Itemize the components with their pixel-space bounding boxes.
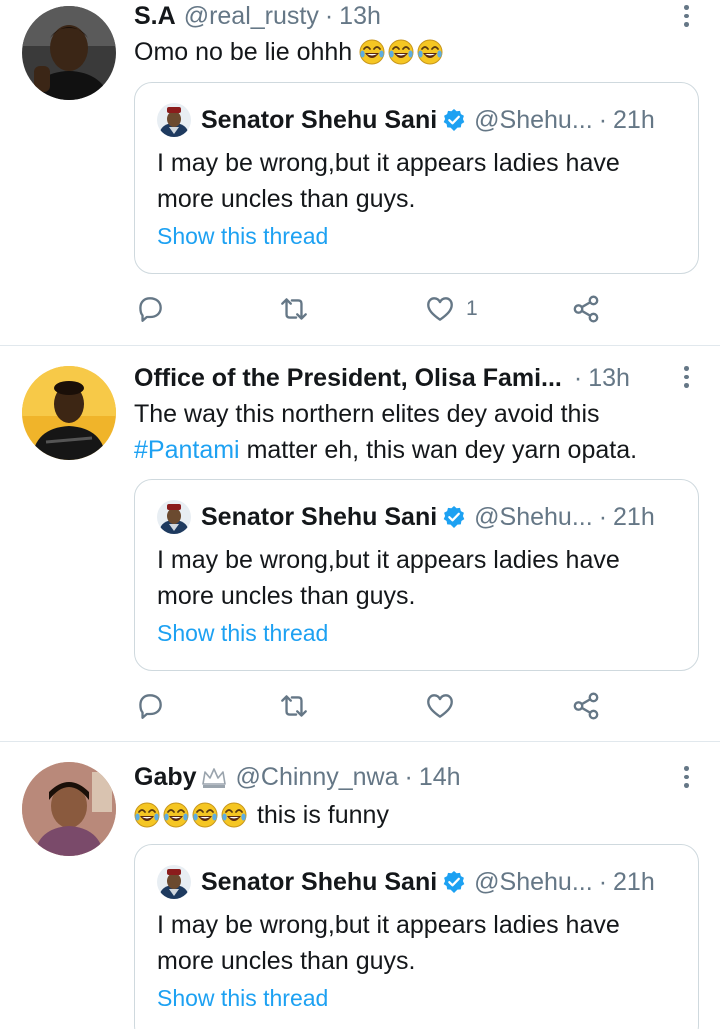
author-handle[interactable]: @Chinny_nwa	[236, 763, 399, 792]
more-options-icon[interactable]	[680, 5, 692, 28]
more-options-icon[interactable]	[680, 766, 692, 789]
quoted-author-avatar	[157, 103, 191, 137]
retweet-icon	[278, 293, 310, 325]
quoted-author-name: Senator Shehu Sani	[201, 867, 438, 896]
user-avatar-image	[22, 366, 116, 460]
more-options-icon[interactable]	[680, 366, 692, 389]
face-with-tears-of-joy-icon	[192, 802, 218, 828]
quoted-author-handle: @Shehu...	[474, 867, 593, 896]
timestamp[interactable]: 14h	[419, 763, 461, 792]
reply-button[interactable]	[134, 292, 166, 326]
tweet-text-before: The way this northern elites dey avoid t…	[134, 400, 600, 428]
avatar[interactable]	[22, 6, 116, 100]
tweet-header: Office of the President, Olisa Fami... ·…	[134, 362, 630, 394]
like-icon	[424, 293, 456, 325]
show-thread-link[interactable]: Show this thread	[157, 620, 328, 647]
tweet-text-content: Omo no be lie ohhh	[134, 38, 353, 66]
separator: ·	[324, 1, 334, 30]
share-button[interactable]	[570, 689, 602, 723]
tweet-text-content: this is funny	[256, 801, 389, 829]
share-button[interactable]	[570, 292, 602, 326]
quoted-author-avatar	[157, 500, 191, 534]
quoted-tweet-text: I may be wrong,but it appears ladies hav…	[157, 911, 620, 975]
separator: ·	[404, 762, 413, 791]
verified-badge-icon	[442, 870, 466, 894]
separator: ·	[598, 867, 608, 896]
quoted-author-name: Senator Shehu Sani	[201, 502, 438, 531]
quoted-author-avatar	[157, 865, 191, 899]
quoted-tweet-text: I may be wrong,but it appears ladies hav…	[157, 149, 620, 213]
quoted-author-name: Senator Shehu Sani	[201, 105, 438, 134]
author-name[interactable]: S.A	[134, 2, 176, 31]
like-button[interactable]: 1	[424, 292, 478, 326]
quoted-tweet-header: Senator Shehu Sani @Shehu... · 21h	[157, 103, 655, 137]
tweet-2[interactable]: Office of the President, Olisa Fami... ·…	[0, 346, 720, 741]
separator: ·	[598, 502, 608, 531]
quoted-author-handle: @Shehu...	[474, 502, 593, 531]
show-thread-link[interactable]: Show this thread	[157, 223, 328, 250]
tweet-header: Gaby @Chinny_nwa · 14h	[134, 761, 461, 793]
face-with-tears-of-joy-icon	[388, 39, 414, 65]
tweet-3[interactable]: Gaby @Chinny_nwa · 14h this is funny Sen…	[0, 742, 720, 1029]
quoted-tweet[interactable]: Senator Shehu Sani @Shehu... · 21h I may…	[134, 479, 699, 671]
tweet-1[interactable]: S.A @real_rusty · 13h Omo no be lie ohhh…	[0, 0, 720, 345]
face-with-tears-of-joy-icon	[221, 802, 247, 828]
quoted-tweet[interactable]: Senator Shehu Sani @Shehu... · 21h I may…	[134, 844, 699, 1029]
timestamp[interactable]: 13h	[588, 364, 630, 393]
quoted-tweet-header: Senator Shehu Sani @Shehu... · 21h	[157, 500, 655, 534]
retweet-button[interactable]	[278, 292, 310, 326]
author-name[interactable]: Office of the President, Olisa Fami...	[134, 364, 562, 393]
face-with-tears-of-joy-icon	[417, 39, 443, 65]
share-icon	[570, 293, 602, 325]
user-avatar-image	[22, 6, 116, 100]
avatar[interactable]	[22, 762, 116, 856]
quoted-timestamp: 21h	[613, 105, 655, 134]
tweet-text: this is funny	[134, 797, 698, 833]
verified-badge-icon	[442, 505, 466, 529]
retweet-icon	[278, 690, 310, 722]
author-name[interactable]: Gaby	[134, 763, 197, 792]
retweet-button[interactable]	[278, 689, 310, 723]
hashtag-link[interactable]: #Pantami	[134, 436, 240, 464]
tweet-actions: 1	[134, 292, 614, 326]
author-handle[interactable]: @real_rusty	[184, 2, 319, 31]
quoted-tweet-header: Senator Shehu Sani @Shehu... · 21h	[157, 865, 655, 899]
quoted-timestamp: 21h	[613, 867, 655, 896]
verified-badge-icon	[442, 108, 466, 132]
tweet-text: Omo no be lie ohhh	[134, 34, 698, 70]
quoted-author-handle: @Shehu...	[474, 105, 593, 134]
face-with-tears-of-joy-icon	[134, 802, 160, 828]
user-avatar-image	[22, 762, 116, 856]
face-with-tears-of-joy-icon	[359, 39, 385, 65]
show-thread-link[interactable]: Show this thread	[157, 985, 328, 1012]
like-icon	[424, 690, 456, 722]
tweet-text: The way this northern elites dey avoid t…	[134, 396, 698, 468]
tweet-text-after: matter eh, this wan dey yarn opata.	[239, 436, 638, 464]
timestamp[interactable]: 13h	[339, 2, 381, 31]
reply-icon	[134, 293, 166, 325]
like-button[interactable]	[424, 689, 456, 723]
tweet-header: S.A @real_rusty · 13h	[134, 0, 381, 32]
reply-icon	[134, 690, 166, 722]
tweet-actions	[134, 689, 614, 723]
quoted-tweet[interactable]: Senator Shehu Sani @Shehu... · 21h I may…	[134, 82, 699, 274]
reply-button[interactable]	[134, 689, 166, 723]
share-icon	[570, 690, 602, 722]
quoted-tweet-text: I may be wrong,but it appears ladies hav…	[157, 546, 620, 610]
crown-icon	[201, 768, 226, 788]
face-with-tears-of-joy-icon	[163, 802, 189, 828]
avatar[interactable]	[22, 366, 116, 460]
separator: ·	[598, 105, 608, 134]
quoted-timestamp: 21h	[613, 502, 655, 531]
like-count: 1	[466, 297, 478, 320]
separator: ·	[573, 363, 583, 392]
